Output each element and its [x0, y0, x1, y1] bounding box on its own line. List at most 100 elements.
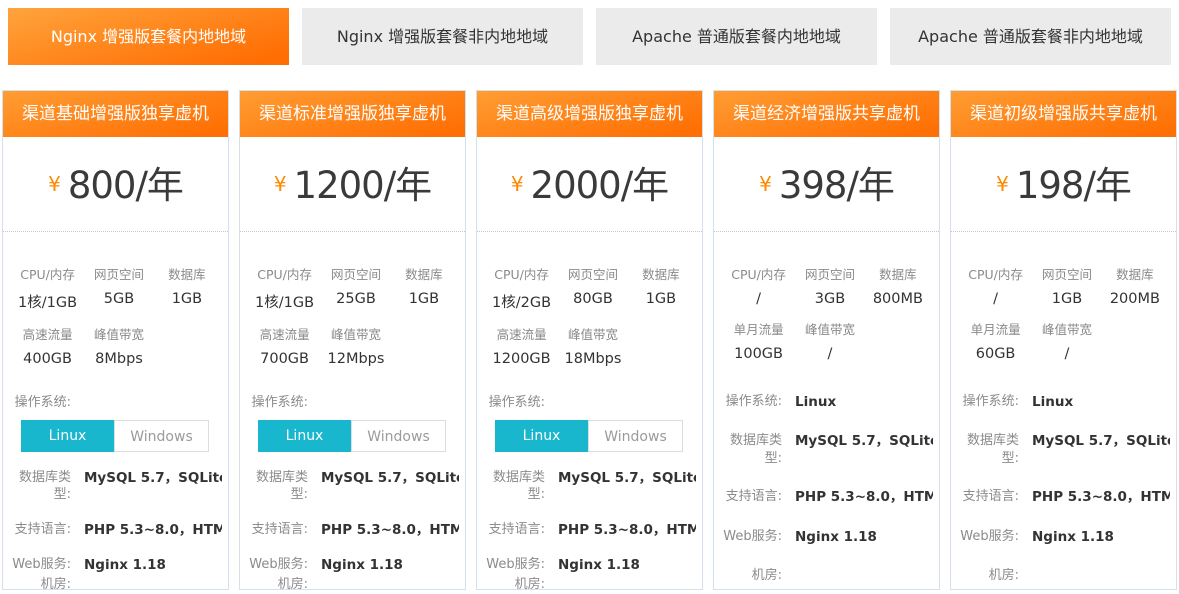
- plan-card-standard: 渠道标准增强版独享虚机 ¥1200/年 CPU/内存 网页空间 数据库 1核/1…: [239, 90, 466, 590]
- os-linux-button[interactable]: Linux: [495, 420, 588, 452]
- currency-symbol: ¥: [511, 172, 524, 196]
- os-windows-button[interactable]: Windows: [351, 420, 446, 452]
- currency-symbol: ¥: [48, 172, 61, 196]
- spec-label-empty: [1102, 307, 1168, 338]
- os-label: 操作系统:: [951, 393, 1019, 411]
- currency-symbol: ¥: [274, 172, 287, 196]
- price-per-year: /年: [846, 164, 893, 207]
- language-value: PHP 5.3~8.0，HTM...: [308, 521, 459, 539]
- spec-label: 数据库: [391, 252, 457, 283]
- web-service-value: Nginx 1.18: [308, 556, 459, 574]
- spec-value: /: [795, 338, 865, 362]
- os-linux-button[interactable]: Linux: [258, 420, 351, 452]
- plan-card-economy: 渠道经济增强版共享虚机 ¥398/年 CPU/内存 网页空间 数据库 / 3GB…: [713, 90, 940, 590]
- spec-label: 高速流量: [11, 312, 84, 343]
- spec-label: 数据库: [865, 252, 931, 283]
- spec-value: 1GB: [628, 283, 694, 312]
- spec-value: 1GB: [154, 283, 220, 312]
- plan-details: 操作系统:Linux 数据库类型:MySQL 5.7，SQLite 支持语言:P…: [951, 362, 1176, 584]
- spec-grid: CPU/内存 网页空间 数据库 / 1GB 200MB 单月流量 峰值带宽 60…: [951, 232, 1176, 362]
- plan-details: 操作系统: Linux Windows 数据库类型:MySQL 5.7，SQLi…: [3, 367, 228, 594]
- tab-nginx-enhanced-overseas[interactable]: Nginx 增强版套餐非内地地域: [302, 8, 583, 65]
- price-per-year: /年: [1083, 164, 1130, 207]
- spec-value: 700GB: [248, 343, 321, 367]
- price-per-year: /年: [621, 164, 668, 207]
- spec-value-empty: [154, 343, 220, 367]
- web-service-label: Web服务:: [3, 556, 71, 574]
- os-linux-button[interactable]: Linux: [21, 420, 114, 452]
- plan-price: ¥198/年: [951, 137, 1176, 232]
- spec-value: 5GB: [84, 283, 154, 312]
- spec-label: 数据库: [1102, 252, 1168, 283]
- spec-value: /: [959, 283, 1032, 307]
- spec-grid: CPU/内存 网页空间 数据库 / 3GB 800MB 单月流量 峰值带宽 10…: [714, 232, 939, 362]
- plan-price: ¥2000/年: [477, 137, 702, 232]
- tab-apache-basic-mainland[interactable]: Apache 普通版套餐内地地域: [596, 8, 877, 65]
- price-per-year: /年: [135, 164, 182, 207]
- db-type-value: MySQL 5.7，SQLite: [71, 469, 222, 487]
- language-value: PHP 5.3~8.0，HTM...: [545, 521, 696, 539]
- tab-apache-basic-overseas[interactable]: Apache 普通版套餐非内地地域: [890, 8, 1171, 65]
- db-type-label: 数据库类型:: [477, 469, 545, 504]
- plan-title: 渠道高级增强版独享虚机: [477, 91, 702, 137]
- web-service-label: Web服务:: [477, 556, 545, 574]
- spec-value: 80GB: [558, 283, 628, 312]
- spec-value: 1核/1GB: [11, 283, 84, 312]
- plan-card-basic: 渠道基础增强版独享虚机 ¥800/年 CPU/内存 网页空间 数据库 1核/1G…: [2, 90, 229, 590]
- spec-grid: CPU/内存 网页空间 数据库 1核/1GB 25GB 1GB 高速流量 峰值带…: [240, 232, 465, 367]
- spec-grid: CPU/内存 网页空间 数据库 1核/1GB 5GB 1GB 高速流量 峰值带宽…: [3, 232, 228, 367]
- spec-label: 网页空间: [321, 252, 391, 283]
- spec-label: 网页空间: [1032, 252, 1102, 283]
- plan-title: 渠道标准增强版独享虚机: [240, 91, 465, 137]
- language-value: PHP 5.3~8.0，HTM...: [782, 488, 933, 506]
- price-amount: 800: [68, 164, 136, 207]
- spec-label: 峰值带宽: [795, 307, 865, 338]
- spec-value: 60GB: [959, 338, 1032, 362]
- language-label: 支持语言:: [477, 521, 545, 539]
- plan-tabs: Nginx 增强版套餐内地地域 Nginx 增强版套餐非内地地域 Apache …: [0, 0, 1179, 65]
- plan-cards: 渠道基础增强版独享虚机 ¥800/年 CPU/内存 网页空间 数据库 1核/1G…: [0, 90, 1179, 590]
- os-toggle: Linux Windows: [258, 420, 446, 452]
- web-service-label: Web服务:: [714, 528, 782, 546]
- language-value: PHP 5.3~8.0，HTM...: [1019, 488, 1170, 506]
- spec-label: CPU/内存: [485, 252, 558, 283]
- price-amount: 2000: [531, 164, 621, 207]
- currency-symbol: ¥: [996, 172, 1009, 196]
- spec-label-empty: [391, 312, 457, 343]
- spec-value: 1GB: [1032, 283, 1102, 307]
- spec-label: 高速流量: [485, 312, 558, 343]
- spec-value: 1GB: [391, 283, 457, 312]
- spec-value: 18Mbps: [558, 343, 628, 367]
- language-label: 支持语言:: [714, 488, 782, 506]
- os-windows-button[interactable]: Windows: [114, 420, 209, 452]
- spec-grid: CPU/内存 网页空间 数据库 1核/2GB 80GB 1GB 高速流量 峰值带…: [477, 232, 702, 367]
- price-per-year: /年: [384, 164, 431, 207]
- spec-label: 网页空间: [795, 252, 865, 283]
- spec-value-empty: [865, 338, 931, 362]
- spec-value: 200MB: [1102, 283, 1168, 307]
- os-windows-button[interactable]: Windows: [588, 420, 683, 452]
- price-amount: 398: [779, 164, 847, 207]
- plan-details: 操作系统: Linux Windows 数据库类型:MySQL 5.7，SQLi…: [477, 367, 702, 594]
- spec-label: 网页空间: [84, 252, 154, 283]
- tab-nginx-enhanced-mainland[interactable]: Nginx 增强版套餐内地地域: [8, 8, 289, 65]
- spec-value: 800MB: [865, 283, 931, 307]
- currency-symbol: ¥: [759, 172, 772, 196]
- plan-card-premium: 渠道高级增强版独享虚机 ¥2000/年 CPU/内存 网页空间 数据库 1核/2…: [476, 90, 703, 590]
- plan-price: ¥398/年: [714, 137, 939, 232]
- spec-label: 高速流量: [248, 312, 321, 343]
- os-toggle: Linux Windows: [21, 420, 209, 452]
- db-type-value: MySQL 5.7，SQLite: [545, 469, 696, 487]
- db-type-label: 数据库类型:: [714, 432, 782, 467]
- spec-label: 峰值带宽: [558, 312, 628, 343]
- os-toggle: Linux Windows: [495, 420, 683, 452]
- datacenter-label: 机房:: [951, 567, 1019, 585]
- spec-value: 400GB: [11, 343, 84, 367]
- db-type-label: 数据库类型:: [3, 469, 71, 504]
- spec-label: CPU/内存: [11, 252, 84, 283]
- spec-label-empty: [628, 312, 694, 343]
- spec-value: 100GB: [722, 338, 795, 362]
- datacenter-label: 机房:: [477, 576, 545, 594]
- web-service-value: Nginx 1.18: [782, 528, 933, 546]
- price-amount: 1200: [294, 164, 384, 207]
